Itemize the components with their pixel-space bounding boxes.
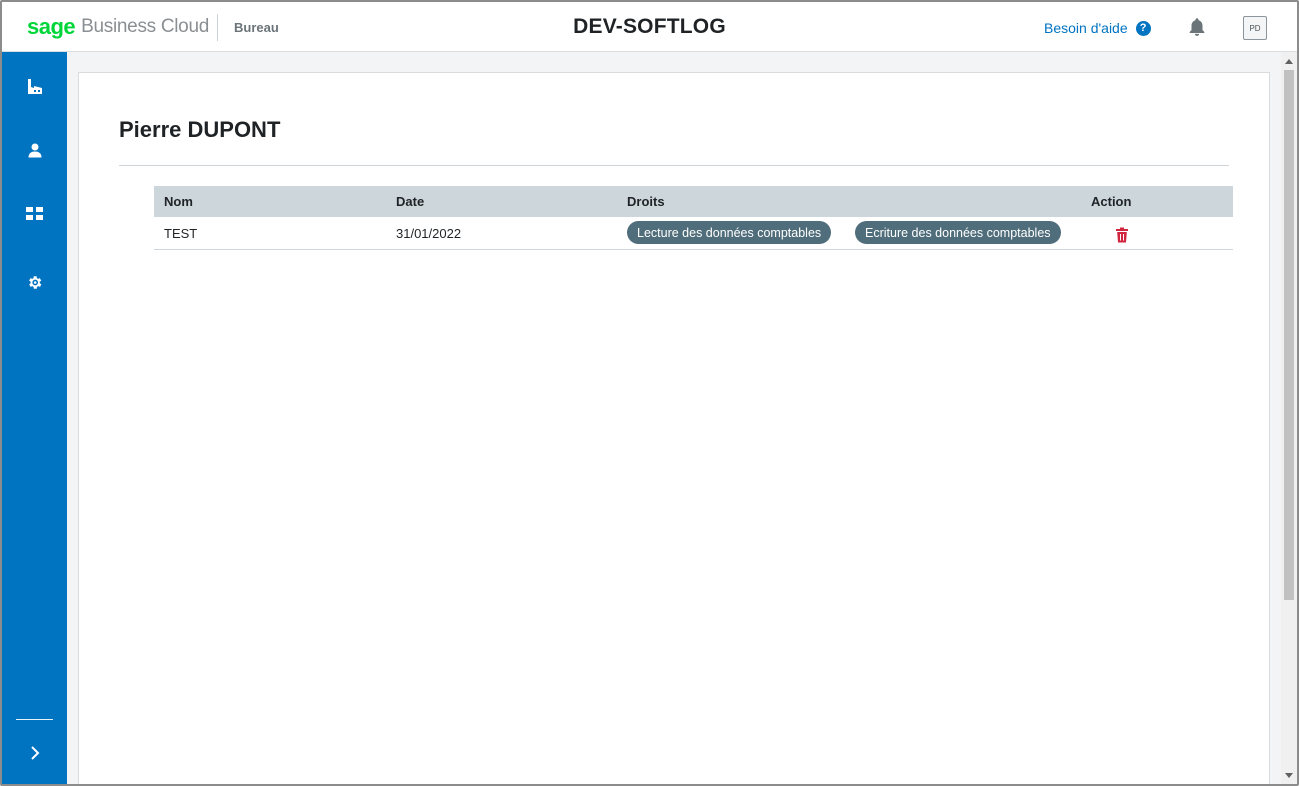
sidebar (2, 52, 67, 784)
table-header: Nom Date Droits Action (154, 186, 1233, 217)
scroll-thumb[interactable] (1284, 70, 1294, 600)
help-link[interactable]: Besoin d'aide ? (1044, 20, 1151, 36)
top-bar: sage Business Cloud Bureau DEV-SOFTLOG B… (2, 2, 1297, 52)
trash-icon[interactable] (1114, 227, 1130, 243)
main-card: Pierre DUPONT Nom Date Droits Action TES… (78, 72, 1270, 784)
right-badge-read: Lecture des données comptables (627, 221, 832, 244)
question-icon[interactable]: ? (1135, 20, 1151, 36)
app-window: sage Business Cloud Bureau DEV-SOFTLOG B… (0, 0, 1299, 786)
col-header-date: Date (396, 194, 425, 209)
scroll-down-arrow[interactable] (1285, 773, 1293, 778)
chevron-right-icon (30, 746, 39, 760)
sidebar-expand-button[interactable] (2, 735, 67, 771)
sidebar-item-users[interactable] (2, 130, 67, 170)
help-label[interactable]: Besoin d'aide (1044, 20, 1128, 36)
sidebar-item-company[interactable] (2, 66, 67, 106)
sidebar-item-apps[interactable] (2, 194, 67, 234)
grid-icon (25, 207, 43, 220)
factory-icon (27, 79, 42, 94)
row-date: 31/01/2022 (396, 225, 462, 241)
table-row: TEST 31/01/2022 Lecture des données comp… (154, 217, 1233, 250)
sidebar-item-settings[interactable] (2, 262, 67, 302)
col-header-action: Action (1091, 194, 1132, 209)
col-header-droits: Droits (627, 194, 665, 209)
user-icon (28, 143, 41, 158)
right-badge-write: Ecriture des données comptables (855, 221, 1061, 244)
rights-table: Nom Date Droits Action TEST 31/01/2022 L… (154, 186, 1233, 250)
user-avatar[interactable]: PD (1243, 16, 1267, 40)
row-nom: TEST (164, 225, 198, 241)
gear-icon (29, 275, 42, 289)
bell-icon[interactable] (1186, 16, 1208, 38)
sidebar-divider (16, 719, 53, 720)
page-title: Pierre DUPONT (119, 117, 281, 142)
title-divider (119, 165, 1229, 166)
scroll-up-arrow[interactable] (1285, 59, 1293, 64)
col-header-nom: Nom (164, 194, 193, 209)
vertical-scrollbar[interactable] (1281, 52, 1297, 784)
